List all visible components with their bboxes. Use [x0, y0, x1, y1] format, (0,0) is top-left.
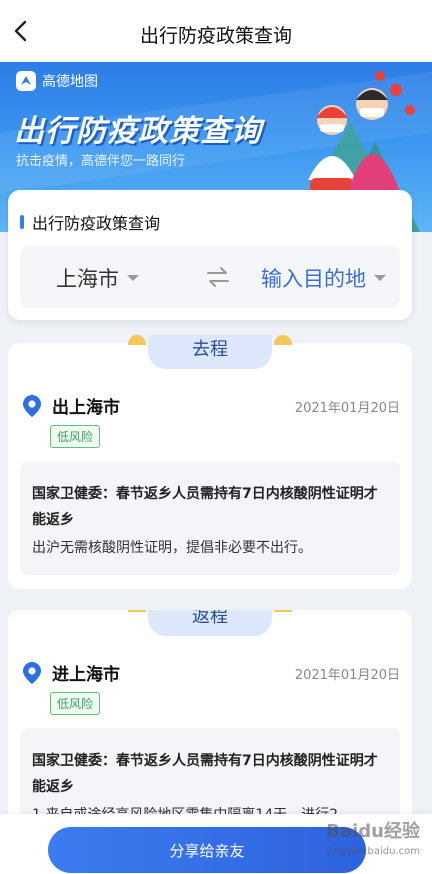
- notice-title: 国家卫健委：春节返乡人员需持有7日内核酸阴性证明才能返乡: [32, 486, 378, 528]
- top-nav-bar: 出行防疫政策查询: [0, 0, 432, 62]
- banner-slogan: 抗击疫情，高德伴您一路同行: [16, 154, 186, 169]
- outbound-city: 出上海市: [52, 398, 120, 418]
- risk-badge: 低风险: [50, 692, 101, 715]
- notice-body: 出沪无需核酸阴性证明，提倡非必要不出行。: [32, 540, 312, 556]
- watermark-url: jingyan.baidu.com: [327, 846, 420, 857]
- origin-city-select[interactable]: 上海市: [56, 263, 139, 293]
- swap-icon[interactable]: [206, 266, 230, 288]
- bottom-bar: 分享给亲友 Baidu经验 jingyan.baidu.com: [0, 814, 432, 874]
- banner-headline: 出行防疫政策查询: [14, 114, 262, 149]
- tab-outbound: 去程: [148, 335, 272, 369]
- return-section: 返程 进上海市 2021年01月20日 低风险 国家卫健委：春节返乡人员需持有7…: [8, 610, 412, 824]
- outbound-date: 2021年01月20日: [294, 401, 400, 416]
- route-selector: 上海市 输入目的地: [20, 246, 400, 308]
- tab-return: 返程: [148, 610, 272, 636]
- location-pin-icon: [23, 394, 41, 417]
- page-title: 出行防疫政策查询: [139, 25, 292, 47]
- return-date: 2021年01月20日: [294, 668, 400, 683]
- destination-placeholder: 输入目的地: [261, 267, 366, 291]
- origin-city-value: 上海市: [56, 267, 119, 291]
- baidu-watermark: Baidu经验 jingyan.baidu.com: [326, 822, 420, 862]
- query-card-header: 出行防疫政策查询: [20, 210, 160, 234]
- return-notice: 国家卫健委：春节返乡人员需持有7日内核酸阴性证明才能返乡 1.来自或途经高风险地…: [20, 728, 400, 824]
- outbound-section: 去程 出上海市 2021年01月20日 低风险 国家卫健委：春节返乡人员需持有7…: [8, 335, 412, 589]
- outbound-city-row: 出上海市: [22, 393, 120, 418]
- destination-select[interactable]: 输入目的地: [261, 263, 386, 293]
- query-card-label: 出行防疫政策查询: [32, 214, 161, 233]
- caret-down-icon: [374, 275, 386, 281]
- risk-badge: 低风险: [50, 425, 101, 448]
- policy-query-card: 出行防疫政策查询 上海市 输入目的地: [8, 190, 412, 320]
- watermark-text: Baidu经验: [326, 821, 420, 842]
- return-city: 进上海市: [52, 665, 120, 685]
- amap-logo-icon: [16, 71, 36, 91]
- share-button[interactable]: 分享给亲友: [48, 827, 366, 873]
- location-pin-icon: [23, 661, 41, 684]
- caret-down-icon: [127, 275, 139, 281]
- return-city-row: 进上海市: [22, 660, 120, 685]
- amap-logo: 高德地图: [16, 71, 98, 91]
- notice-title: 国家卫健委：春节返乡人员需持有7日内核酸阴性证明才能返乡: [32, 753, 378, 795]
- logo-text: 高德地图: [42, 74, 98, 90]
- outbound-notice: 国家卫健委：春节返乡人员需持有7日内核酸阴性证明才能返乡 出沪无需核酸阴性证明，…: [20, 461, 400, 575]
